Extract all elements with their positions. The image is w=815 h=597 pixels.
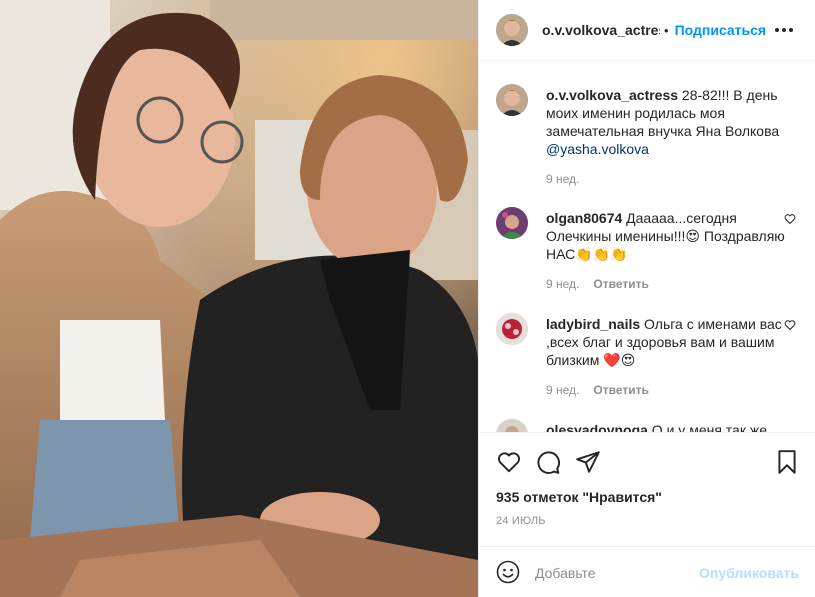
heart-icon[interactable] (784, 213, 796, 225)
comment-username[interactable]: ladybird_nails (546, 316, 640, 332)
comment-text: О и у меня так же (647, 422, 768, 432)
commenter-avatar[interactable] (496, 207, 528, 239)
caption: o.v.volkova_actress 28-82!!! В день моих… (496, 84, 796, 194)
photo-image (0, 0, 478, 597)
more-options-icon[interactable] (774, 20, 794, 40)
comment-username[interactable]: o.v.volkova_actress (546, 87, 678, 103)
comment-body: olgan80674 Дааааа...сегодня Олечкины име… (546, 209, 786, 263)
post-side-panel: o.v.volkova_actress • Подписаться o.v.vo… (478, 0, 815, 597)
comment-body: ladybird_nails Ольга с именами вас ,всех… (546, 315, 786, 369)
mention-link[interactable]: @yasha.volkova (546, 141, 649, 157)
like-heart-icon[interactable] (496, 449, 522, 475)
post-actions (479, 432, 815, 488)
bookmark-icon[interactable] (774, 449, 800, 475)
likes-count[interactable]: 935 отметок "Нравится" (496, 489, 662, 505)
comment-body: olesyadovnoga О и у меня так же (546, 421, 786, 432)
comment-item: ladybird_nails Ольга с именами вас ,всех… (496, 313, 796, 403)
comment-input[interactable] (535, 563, 715, 583)
comment-time[interactable]: 9 нед. (546, 383, 579, 397)
author-avatar[interactable] (496, 14, 528, 46)
follow-button[interactable]: Подписаться (675, 22, 767, 38)
add-comment-bar: Опубликовать (479, 546, 815, 597)
comment-time[interactable]: 9 нед. (546, 172, 579, 186)
comments-list[interactable]: o.v.volkova_actress 28-82!!! В день моих… (479, 62, 815, 432)
comment-time[interactable]: 9 нед. (546, 277, 579, 291)
publish-button[interactable]: Опубликовать (699, 565, 799, 581)
caption-text: o.v.volkova_actress 28-82!!! В день моих… (546, 86, 786, 158)
comment-item: olgan80674 Дааааа...сегодня Олечкины име… (496, 207, 796, 297)
comment-meta: 9 нед. (546, 172, 579, 186)
reply-button[interactable]: Ответить (593, 277, 648, 291)
share-plane-icon[interactable] (575, 449, 601, 475)
heart-icon[interactable] (784, 319, 796, 331)
post-header: o.v.volkova_actress • Подписаться (479, 0, 815, 61)
emoji-icon[interactable] (496, 560, 520, 584)
comment-meta: 9 нед. Ответить (546, 277, 649, 291)
commenter-avatar[interactable] (496, 419, 528, 432)
reply-button[interactable]: Ответить (593, 383, 648, 397)
author-username[interactable]: o.v.volkova_actress (542, 22, 660, 38)
comment-username[interactable]: olgan80674 (546, 210, 622, 226)
comment-bubble-icon[interactable] (535, 449, 561, 475)
header-separator: • (664, 22, 669, 38)
commenter-avatar[interactable] (496, 313, 528, 345)
comment-username[interactable]: olesyadovnoga (546, 422, 648, 432)
caption-avatar[interactable] (496, 84, 528, 116)
comment-item: olesyadovnoga О и у меня так же (496, 419, 796, 432)
post-photo[interactable] (0, 0, 478, 597)
comment-meta: 9 нед. Ответить (546, 383, 649, 397)
post-date[interactable]: 24 ИЮЛЬ (496, 515, 546, 527)
